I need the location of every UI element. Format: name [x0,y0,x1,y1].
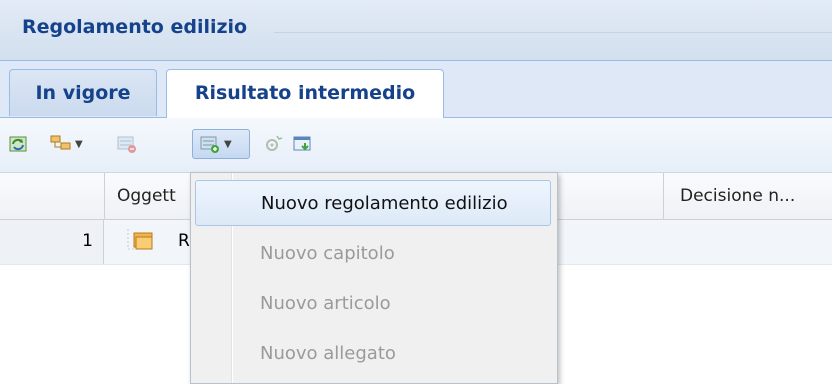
toolbar: ▼ ▼ [0,118,832,173]
row-number: 1 [0,220,104,264]
panel-title: Regolamento edilizio [22,16,248,38]
settings-icon [262,134,284,154]
menu-item-nuovo-capitolo: Nuovo capitolo [260,243,395,264]
menu-item-nuovo-regolamento-edilizio[interactable]: Nuovo regolamento edilizio [195,180,551,226]
add-item-button[interactable]: ▼ [192,129,250,159]
import-button[interactable] [292,129,314,159]
column-separator [663,173,664,219]
row-label: R [178,231,190,251]
panel-header: Regolamento edilizio [0,0,832,61]
folder-tree-icon [124,229,154,258]
remove-item-button[interactable] [116,129,138,159]
refresh-button[interactable] [8,129,30,159]
column-separator [104,173,105,219]
tab-strip: In vigore Risultato intermedio [0,61,832,119]
tree-structure-icon [50,134,72,154]
header-divider [274,32,832,33]
chevron-down-icon: ▼ [75,138,83,150]
tab-in-vigore[interactable]: In vigore [9,69,157,116]
import-icon [292,134,314,154]
column-header-object[interactable]: Oggett [117,186,176,206]
add-item-menu: Nuovo regolamento edilizio Nuovo capitol… [190,172,558,384]
menu-item-nuovo-allegato: Nuovo allegato [260,343,396,364]
refresh-icon [8,134,30,154]
tab-risultato-intermedio[interactable]: Risultato intermedio [166,69,444,119]
add-item-icon [199,134,221,154]
chevron-down-icon: ▼ [224,138,232,150]
column-header-decision[interactable]: Decisione n... [680,186,795,206]
remove-item-icon [116,134,138,154]
menu-item-nuovo-articolo: Nuovo articolo [260,293,391,314]
tree-structure-button[interactable]: ▼ [50,129,83,159]
settings-button[interactable] [262,129,284,159]
